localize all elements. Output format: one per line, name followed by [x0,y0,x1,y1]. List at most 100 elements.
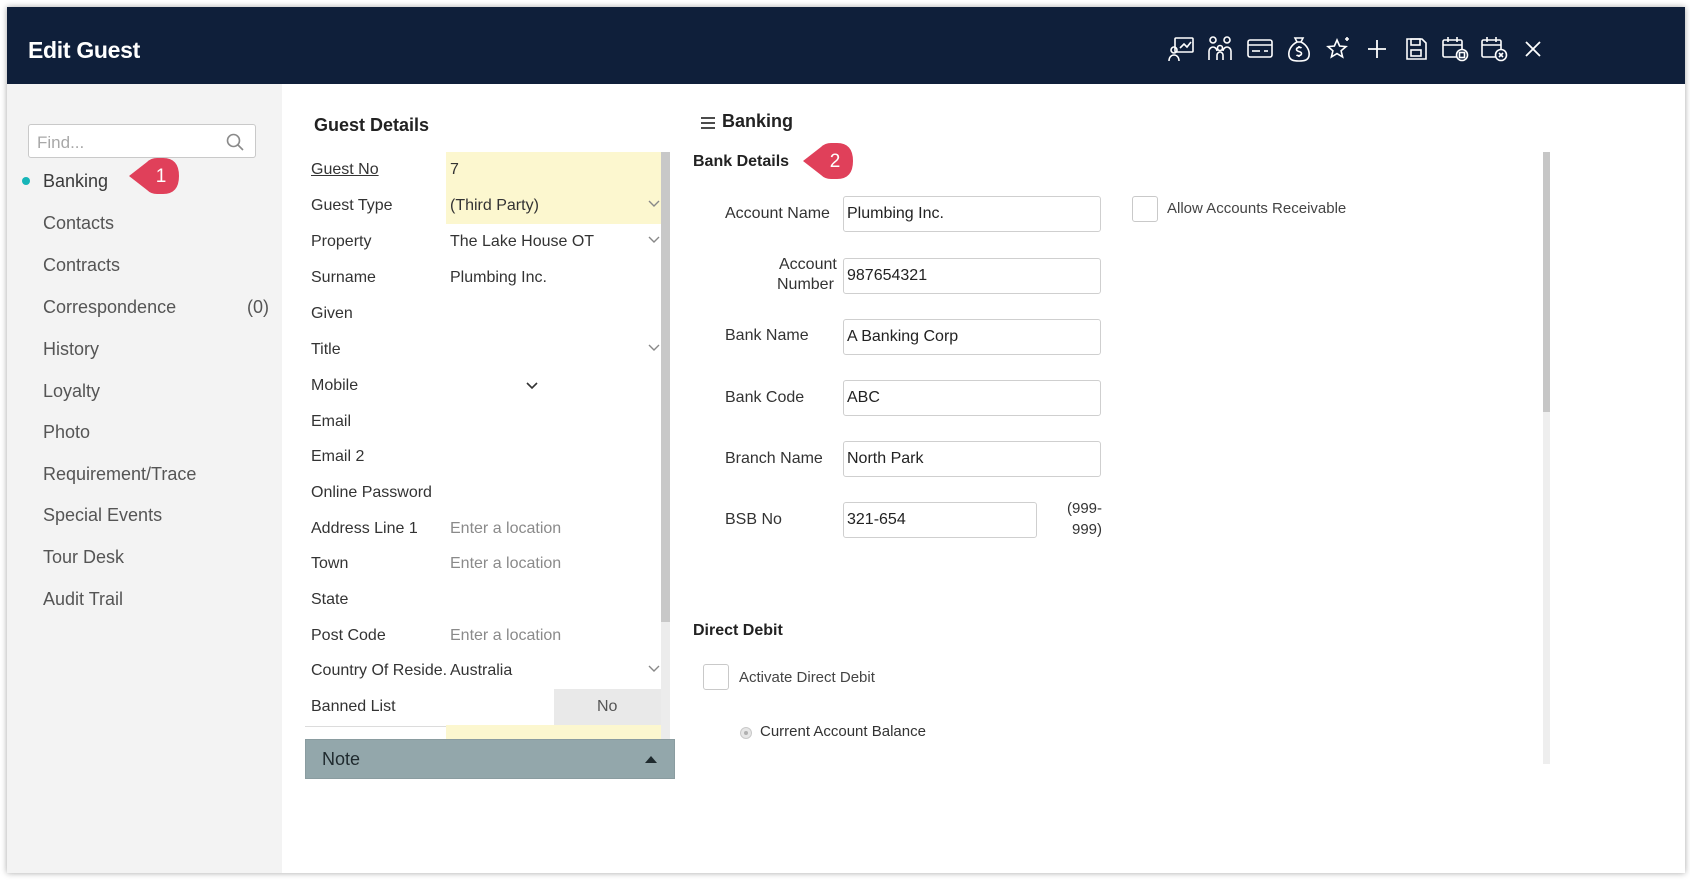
callout-marker-1: 1 [127,156,183,196]
guest-details-title: Guest Details [314,115,430,135]
bank-code-label: Bank Code [725,389,805,406]
given-label: Given [311,305,353,322]
banned-list-label: Banned List [311,698,396,715]
close-icon[interactable] [1518,34,1548,64]
sidebar-item-history[interactable]: History [43,339,99,360]
search-box[interactable] [28,124,256,158]
bank-code-field[interactable]: ABC [843,380,1101,416]
chevron-down-icon [648,665,660,672]
current-account-balance-label: Current Account Balance [760,723,926,740]
account-name-field[interactable]: Plumbing Inc. [843,196,1101,232]
scrollbar-thumb[interactable] [1543,152,1550,412]
current-account-balance-radio[interactable] [740,727,752,739]
email-2-label: Email 2 [311,448,365,465]
address-line-1-field[interactable]: Enter a location [446,511,666,548]
branch-name-field[interactable]: North Park [843,441,1101,477]
menu-icon[interactable] [700,115,716,131]
table-row: Address Line 1 Enter a location [305,511,666,549]
sparkle-star-icon[interactable] [1323,34,1353,64]
town-label: Town [311,555,349,572]
surname-field[interactable]: Plumbing Inc. [446,260,666,297]
table-row: Banned List No [305,689,666,727]
guest-no-value[interactable]: 7 [446,152,666,189]
banking-scrollbar[interactable] [1543,152,1550,764]
correspondence-count: (0) [247,297,269,317]
scrollbar-thumb[interactable] [661,152,670,622]
bank-name-field[interactable]: A Banking Corp [843,319,1101,355]
guest-details-scrollbar[interactable] [661,152,670,772]
calendar-cancel-icon[interactable] [1479,34,1509,64]
account-name-label: Account Name [725,205,830,222]
bsb-label: BSB No [725,511,782,528]
search-icon [226,133,244,151]
sidebar-item-loyalty[interactable]: Loyalty [43,381,100,402]
table-row: Guest Type (Third Party) [305,188,666,226]
country-select[interactable]: Australia [446,653,666,690]
sidebar-item-contacts[interactable]: Contacts [43,213,114,234]
people-icon[interactable] [1206,34,1236,64]
search-input[interactable] [35,131,219,155]
table-row: Country Of Reside... Australia [305,653,666,691]
guest-type-select[interactable]: (Third Party) [446,188,666,225]
sidebar-item-photo[interactable]: Photo [43,422,90,443]
email-label: Email [311,413,352,430]
activate-direct-debit-label: Activate Direct Debit [739,669,875,686]
property-select[interactable]: The Lake House OT [446,224,666,261]
address-line-1-label: Address Line 1 [311,520,418,537]
title-bar: Edit Guest [7,7,1685,84]
banned-list-toggle[interactable]: No [554,689,666,726]
post-code-field[interactable]: Enter a location [446,618,666,655]
chevron-down-icon [648,200,660,207]
mobile-field[interactable] [446,368,666,405]
table-row: Given [305,296,666,334]
table-row: Title [305,332,666,370]
table-row: Town Enter a location [305,546,666,584]
online-password-field[interactable] [446,475,666,512]
account-number-label-line2: Number [777,276,834,293]
card-icon[interactable] [1245,34,1275,64]
presentation-icon[interactable] [1167,34,1197,64]
sidebar-item-tour-desk[interactable]: Tour Desk [43,547,124,568]
property-label: Property [311,233,372,250]
edit-guest-window: Edit Guest Find... Banking Contacts Cont… [7,7,1685,873]
allow-accounts-receivable-label: Allow Accounts Receivable [1167,200,1347,217]
email-2-field[interactable] [446,439,666,476]
direct-debit-title: Direct Debit [693,622,783,639]
bank-details-title: Bank Details [693,153,790,170]
chevron-down-icon [648,236,660,243]
title-select[interactable] [446,332,666,369]
money-bag-icon[interactable] [1284,34,1314,64]
allow-accounts-receivable-checkbox[interactable] [1132,196,1158,222]
email-field[interactable] [446,404,666,441]
sidebar-item-banking[interactable]: Banking [43,171,108,192]
sidebar-item-correspondence[interactable]: Correspondence [43,297,176,318]
sidebar-item-contracts[interactable]: Contracts [43,255,120,276]
state-label: State [311,591,349,608]
table-row: Online Password [305,475,666,513]
state-field[interactable] [446,582,666,619]
town-field[interactable]: Enter a location [446,546,666,583]
bsb-format-hint-line2: 999) [1072,521,1103,538]
table-row: Surname Plumbing Inc. [305,260,666,298]
given-field[interactable] [446,296,666,333]
save-icon[interactable] [1401,34,1431,64]
surname-label: Surname [311,269,376,286]
sidebar-item-audit-trail[interactable]: Audit Trail [43,589,123,610]
bank-name-label: Bank Name [725,327,809,344]
sidebar-item-special-events[interactable]: Special Events [43,505,162,526]
note-panel-header[interactable]: Note [305,739,675,779]
bsb-field[interactable]: 321-654 [843,502,1037,538]
plus-icon[interactable] [1362,34,1392,64]
guest-no-label[interactable]: Guest No [311,161,446,179]
account-number-field[interactable]: 987654321 [843,258,1101,294]
activate-direct-debit-checkbox[interactable] [703,664,729,690]
calendar-save-icon[interactable] [1440,34,1470,64]
table-row: Email 2 [305,439,666,477]
banking-title: Banking [722,111,794,131]
table-row: State [305,582,666,620]
mobile-label: Mobile [311,377,359,394]
active-indicator-dot [22,177,30,185]
branch-name-label: Branch Name [725,450,823,467]
sidebar-item-requirement-trace[interactable]: Requirement/Trace [43,464,196,485]
table-row: Mobile [305,368,666,406]
